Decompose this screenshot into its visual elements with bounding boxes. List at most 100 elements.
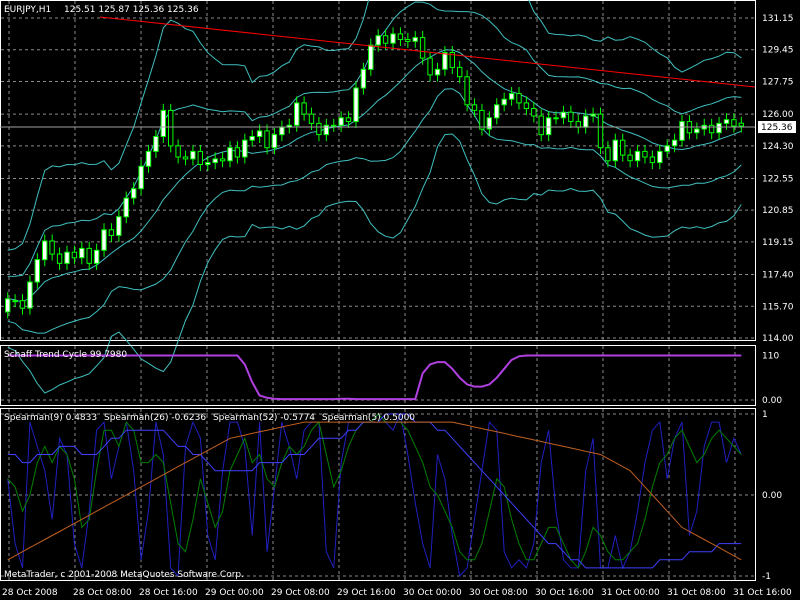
candle-body[interactable]	[590, 113, 596, 117]
candle-body[interactable]	[264, 130, 270, 149]
candle-body[interactable]	[86, 247, 92, 264]
candle-body[interactable]	[5, 298, 11, 313]
candle-body[interactable]	[301, 102, 307, 115]
candle-body[interactable]	[375, 35, 381, 46]
candle-body[interactable]	[242, 139, 248, 158]
candle-body[interactable]	[738, 122, 744, 127]
candle-body[interactable]	[397, 33, 404, 41]
candle-body[interactable]	[131, 188, 137, 199]
candle-body[interactable]	[494, 104, 500, 119]
candle-body[interactable]	[464, 76, 470, 106]
candle-body[interactable]	[523, 102, 530, 110]
candle-body[interactable]	[568, 111, 574, 122]
candle-body[interactable]	[620, 139, 626, 156]
candle-body[interactable]	[716, 122, 722, 134]
candle-body[interactable]	[723, 119, 730, 124]
candle-body[interactable]	[12, 300, 18, 303]
candle-body[interactable]	[116, 216, 122, 236]
candle-body[interactable]	[353, 87, 359, 123]
candle-body[interactable]	[256, 130, 263, 137]
candle-body[interactable]	[508, 93, 515, 100]
candle-body[interactable]	[412, 37, 418, 42]
candle-body[interactable]	[197, 150, 204, 165]
candle-body[interactable]	[227, 147, 233, 162]
candle-body[interactable]	[212, 158, 218, 164]
candle-body[interactable]	[368, 44, 374, 70]
candle-body[interactable]	[427, 57, 433, 76]
candle-body[interactable]	[545, 117, 552, 136]
candle-body[interactable]	[234, 147, 241, 158]
candle-body[interactable]	[516, 93, 522, 104]
candle-body[interactable]	[42, 240, 48, 261]
candle-body[interactable]	[64, 251, 70, 264]
candle-body[interactable]	[279, 126, 285, 136]
candle-body[interactable]	[612, 139, 618, 162]
candle-body[interactable]	[694, 128, 700, 134]
candle-body[interactable]	[190, 150, 196, 160]
candle-body[interactable]	[708, 124, 715, 134]
candle-body[interactable]	[627, 154, 633, 162]
candle-body[interactable]	[471, 104, 478, 111]
candle-body[interactable]	[501, 98, 507, 106]
chart-background	[0, 0, 800, 600]
candle-body[interactable]	[56, 253, 63, 264]
copyright-label: MetaTrader, c 2001-2008 MetaQuotes Softw…	[4, 570, 244, 580]
candle-body[interactable]	[649, 156, 656, 164]
metatrader-chart[interactable]: EURJPY,H1 125.51 125.87 125.36 125.36 Sc…	[0, 0, 800, 600]
candle-body[interactable]	[671, 139, 678, 147]
candle-body[interactable]	[219, 158, 226, 162]
candle-body[interactable]	[382, 35, 389, 44]
candle-body[interactable]	[575, 121, 581, 128]
candle-body[interactable]	[331, 124, 337, 127]
candle-body[interactable]	[679, 121, 685, 141]
candle-body[interactable]	[657, 150, 663, 164]
candle-body[interactable]	[138, 165, 144, 190]
candle-body[interactable]	[338, 117, 344, 126]
candle-body[interactable]	[316, 122, 322, 136]
candle-body[interactable]	[560, 111, 567, 119]
candle-body[interactable]	[101, 229, 107, 251]
candle-body[interactable]	[108, 229, 115, 236]
candle-body[interactable]	[345, 117, 352, 123]
candle-body[interactable]	[390, 33, 396, 44]
candle-body[interactable]	[664, 145, 670, 152]
candle-body[interactable]	[308, 113, 315, 124]
candle-body[interactable]	[642, 150, 648, 158]
candle-body[interactable]	[182, 156, 189, 160]
candle-body[interactable]	[249, 136, 255, 141]
candle-body[interactable]	[19, 300, 26, 309]
candle-body[interactable]	[93, 249, 100, 264]
candle-body[interactable]	[153, 136, 159, 152]
candle-body[interactable]	[34, 259, 40, 283]
price-tick-label: 126.00	[762, 110, 794, 120]
candle-body[interactable]	[160, 109, 167, 138]
candle-body[interactable]	[79, 247, 85, 259]
symbol-label: EURJPY,H1	[4, 5, 51, 15]
candle-body[interactable]	[553, 117, 559, 120]
candle-body[interactable]	[123, 197, 129, 218]
candle-body[interactable]	[205, 162, 211, 166]
candle-body[interactable]	[538, 115, 544, 136]
candle-body[interactable]	[597, 113, 604, 149]
candle-body[interactable]	[605, 147, 611, 162]
candle-body[interactable]	[405, 39, 411, 42]
candle-body[interactable]	[731, 119, 737, 127]
candle-body[interactable]	[145, 150, 152, 167]
candle-body[interactable]	[457, 66, 463, 78]
candle-body[interactable]	[531, 108, 537, 117]
candle-body[interactable]	[583, 115, 589, 128]
candle-body[interactable]	[49, 240, 55, 255]
candle-body[interactable]	[634, 150, 641, 162]
candle-body[interactable]	[360, 68, 367, 89]
candle-body[interactable]	[168, 109, 174, 147]
candle-body[interactable]	[27, 281, 33, 309]
candle-body[interactable]	[175, 145, 181, 158]
candle-body[interactable]	[294, 102, 300, 126]
candle-body[interactable]	[434, 68, 441, 76]
candle-body[interactable]	[419, 37, 426, 59]
candle-body[interactable]	[271, 134, 278, 149]
candle-body[interactable]	[479, 109, 485, 130]
time-tick-label: 30 Oct 16:00	[535, 588, 594, 598]
candle-body[interactable]	[442, 52, 448, 70]
candle-body[interactable]	[71, 251, 78, 259]
